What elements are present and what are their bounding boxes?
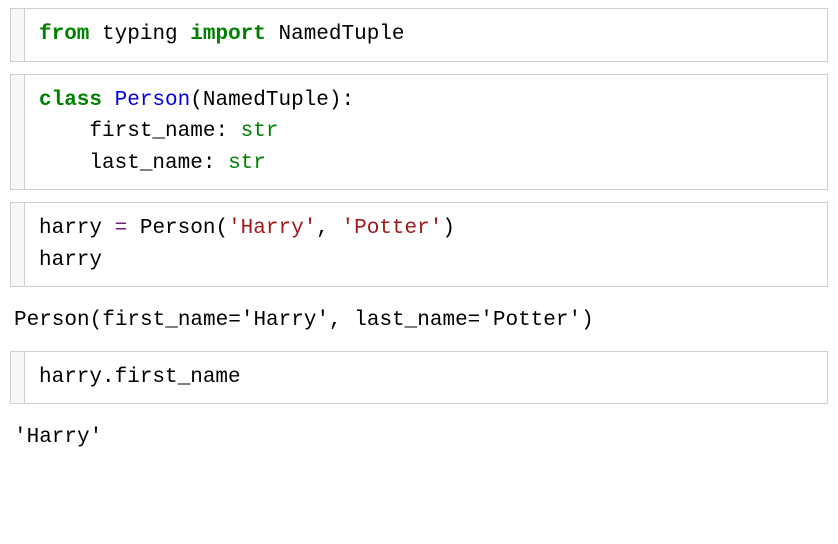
field-name: first_name: [89, 120, 215, 143]
code-content[interactable]: class Person(NamedTuple): first_name: st…: [25, 75, 827, 190]
base-class: NamedTuple: [203, 89, 329, 112]
keyword-import: import: [190, 23, 266, 46]
call-name: Person: [140, 217, 216, 240]
type-annotation: str: [241, 120, 279, 143]
cell-gutter: [11, 352, 25, 404]
cell-gutter: [11, 75, 25, 190]
class-name: Person: [115, 89, 191, 112]
module-name: typing: [102, 23, 178, 46]
comma: ,: [316, 217, 329, 240]
code-content[interactable]: harry.first_name: [25, 352, 827, 404]
code-cell[interactable]: ▾ class Person(NamedTuple): first_name: …: [10, 74, 828, 191]
string-literal: 'Harry': [228, 217, 316, 240]
type-annotation: str: [228, 152, 266, 175]
colon: :: [342, 89, 355, 112]
cell-output: Person(first_name='Harry', last_name='Po…: [10, 299, 828, 351]
operator-assign: =: [115, 217, 128, 240]
variable-name: harry: [39, 217, 102, 240]
cell-gutter: [11, 203, 25, 286]
expression: harry: [39, 249, 102, 272]
collapse-caret-icon[interactable]: ▾: [0, 123, 1, 140]
cell-output: 'Harry': [10, 416, 828, 468]
imported-name: NamedTuple: [279, 23, 405, 46]
code-content[interactable]: harry = Person('Harry', 'Potter') harry: [25, 203, 827, 286]
code-cell[interactable]: harry.first_name: [10, 351, 828, 405]
field-name: last_name: [89, 152, 202, 175]
code-cell[interactable]: from typing import NamedTuple: [10, 8, 828, 62]
string-literal: 'Potter': [342, 217, 443, 240]
keyword-class: class: [39, 89, 102, 112]
keyword-from: from: [39, 23, 89, 46]
code-content[interactable]: from typing import NamedTuple: [25, 9, 827, 61]
code-cell[interactable]: harry = Person('Harry', 'Potter') harry: [10, 202, 828, 287]
cell-gutter: [11, 9, 25, 61]
expression: harry.first_name: [39, 366, 241, 389]
